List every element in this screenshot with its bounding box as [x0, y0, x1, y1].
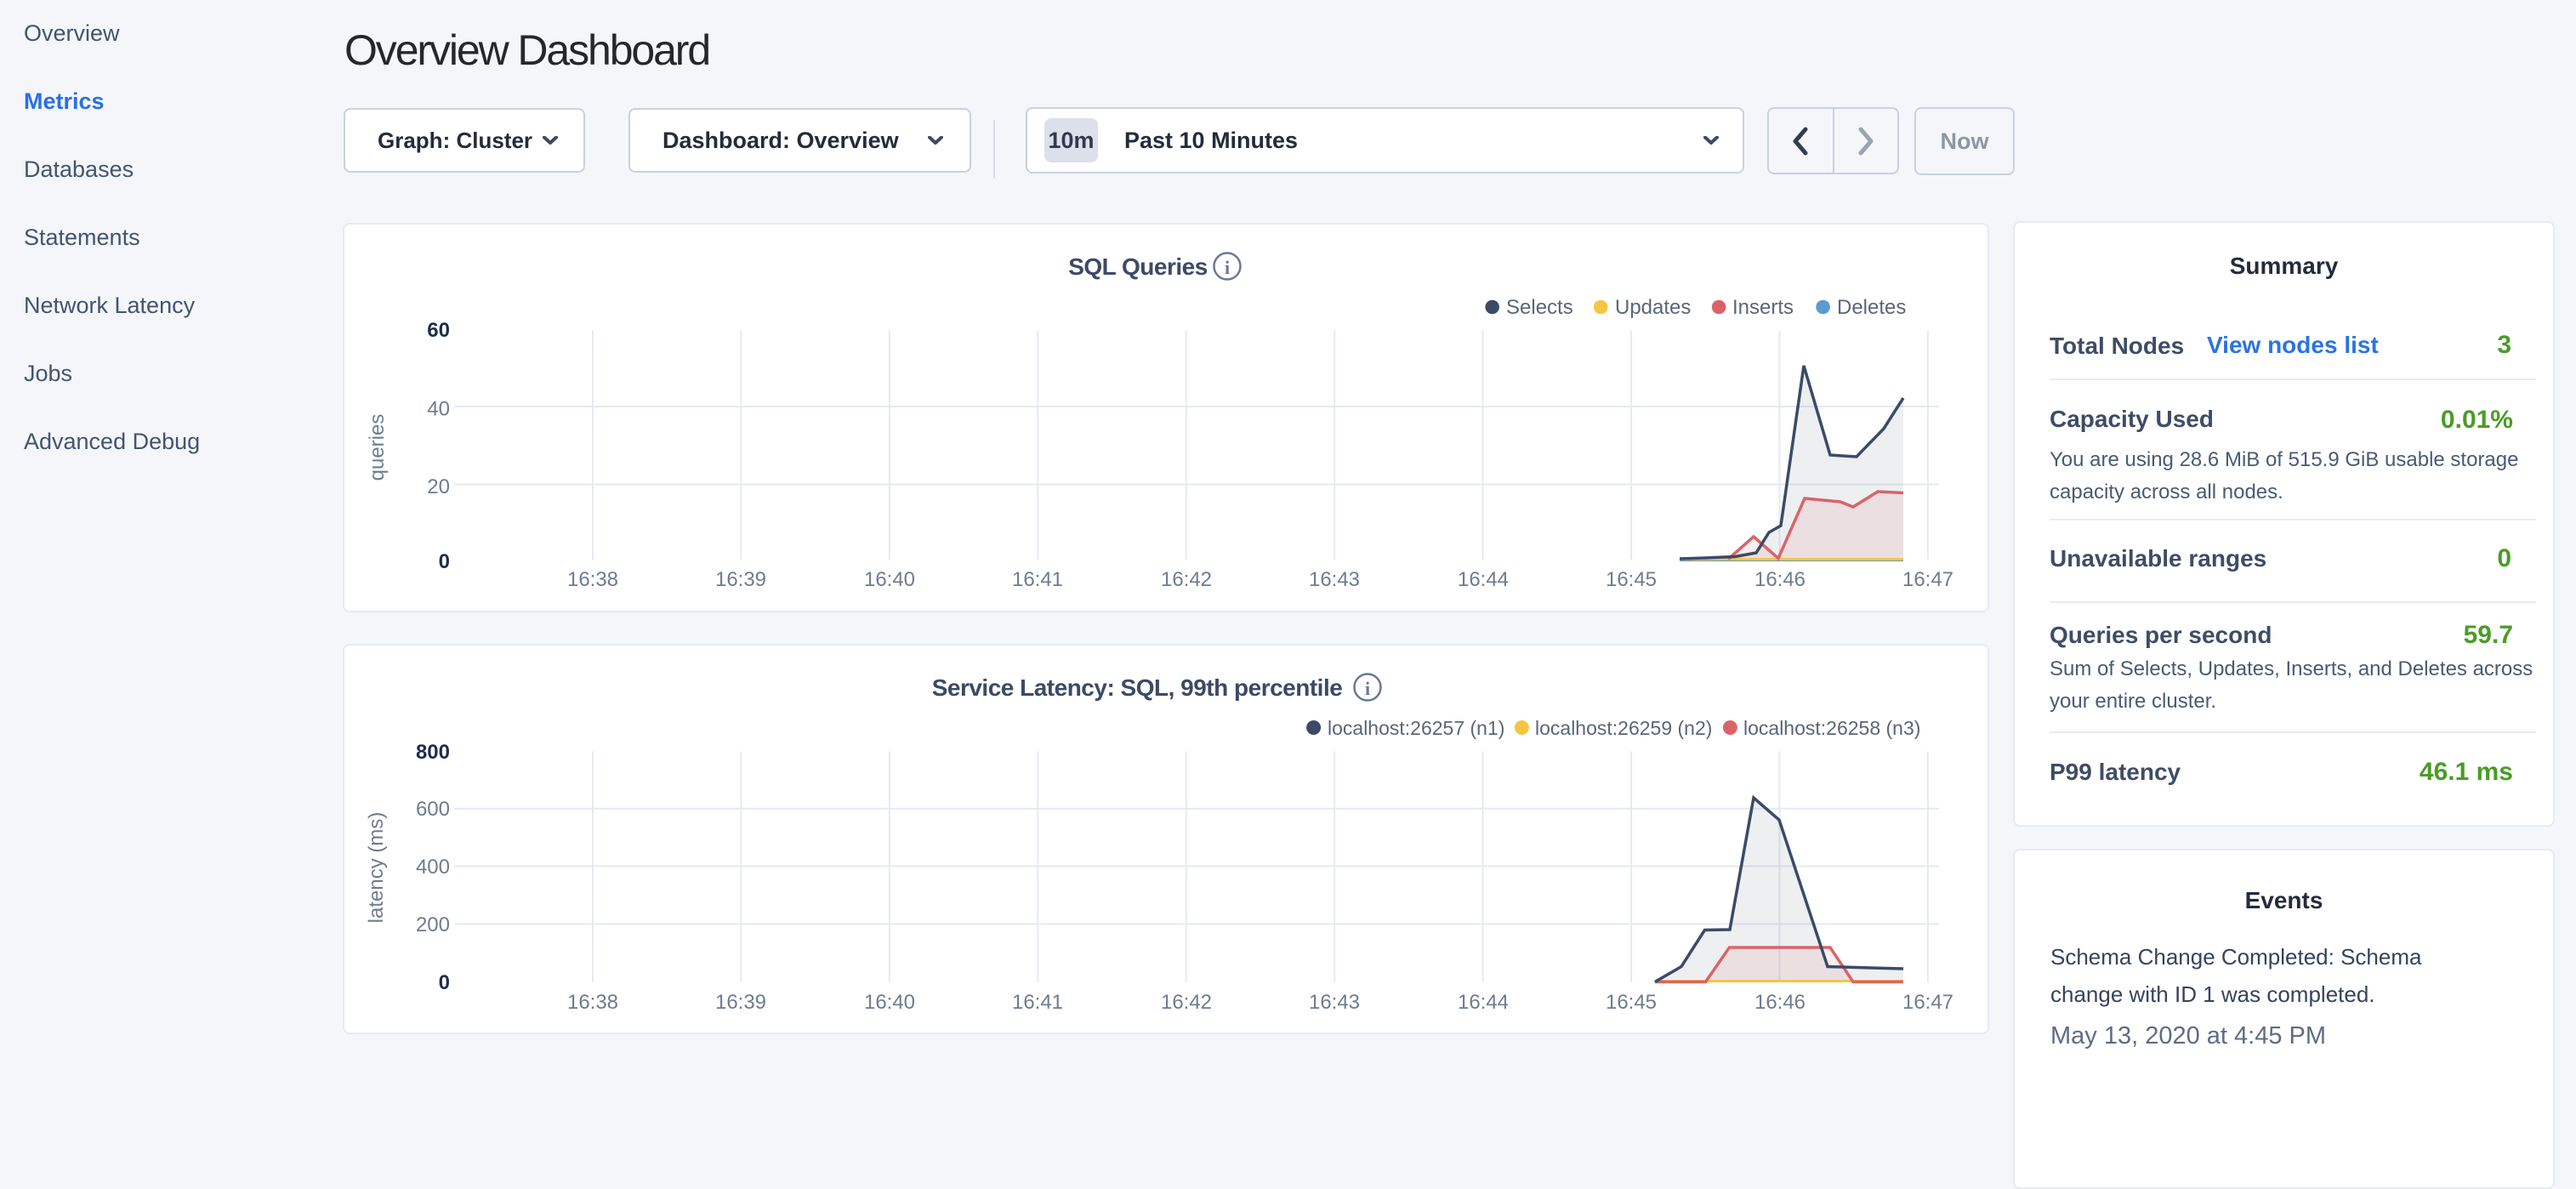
svg-text:16:42: 16:42 [1161, 991, 1212, 1014]
svg-text:Updates: Updates [1615, 296, 1691, 319]
svg-text:localhost:26258 (n3): localhost:26258 (n3) [1743, 717, 1920, 739]
svg-text:latency (ms): latency (ms) [365, 812, 388, 924]
svg-text:800: 800 [416, 741, 450, 764]
svg-text:16:44: 16:44 [1458, 568, 1509, 591]
svg-text:Selects: Selects [1506, 296, 1573, 319]
svg-text:16:46: 16:46 [1754, 568, 1805, 591]
svg-text:Deletes: Deletes [1837, 296, 1906, 319]
svg-text:400: 400 [416, 856, 450, 879]
svg-text:20: 20 [427, 475, 450, 498]
svg-text:40: 40 [427, 398, 450, 421]
svg-text:i: i [1225, 257, 1230, 278]
svg-text:16:41: 16:41 [1012, 991, 1063, 1014]
svg-text:16:41: 16:41 [1012, 568, 1063, 591]
svg-text:16:45: 16:45 [1606, 568, 1657, 591]
svg-text:16:47: 16:47 [1902, 568, 1953, 591]
svg-text:16:44: 16:44 [1458, 991, 1509, 1014]
svg-text:16:47: 16:47 [1902, 991, 1953, 1014]
svg-text:60: 60 [427, 319, 450, 342]
svg-text:0: 0 [439, 971, 450, 994]
svg-text:16:39: 16:39 [715, 991, 766, 1014]
svg-text:SQL Queries: SQL Queries [1068, 253, 1208, 280]
svg-text:Inserts: Inserts [1732, 296, 1794, 319]
svg-text:16:40: 16:40 [864, 991, 915, 1014]
svg-text:Service Latency: SQL, 99th per: Service Latency: SQL, 99th percentile [932, 674, 1343, 701]
svg-text:16:43: 16:43 [1309, 568, 1360, 591]
svg-text:16:38: 16:38 [567, 991, 618, 1014]
svg-text:16:40: 16:40 [864, 568, 915, 591]
svg-text:200: 200 [416, 913, 450, 936]
svg-text:i: i [1365, 678, 1370, 699]
svg-text:16:39: 16:39 [715, 568, 766, 591]
svg-text:600: 600 [416, 798, 450, 821]
svg-text:0: 0 [439, 550, 450, 573]
svg-text:16:46: 16:46 [1754, 991, 1805, 1014]
svg-text:localhost:26257 (n1): localhost:26257 (n1) [1328, 717, 1504, 739]
svg-text:16:38: 16:38 [567, 568, 618, 591]
svg-text:localhost:26259 (n2): localhost:26259 (n2) [1535, 717, 1712, 739]
svg-text:16:45: 16:45 [1606, 991, 1657, 1014]
svg-text:16:43: 16:43 [1309, 991, 1360, 1014]
svg-text:queries: queries [366, 414, 389, 481]
svg-text:16:42: 16:42 [1161, 568, 1212, 591]
